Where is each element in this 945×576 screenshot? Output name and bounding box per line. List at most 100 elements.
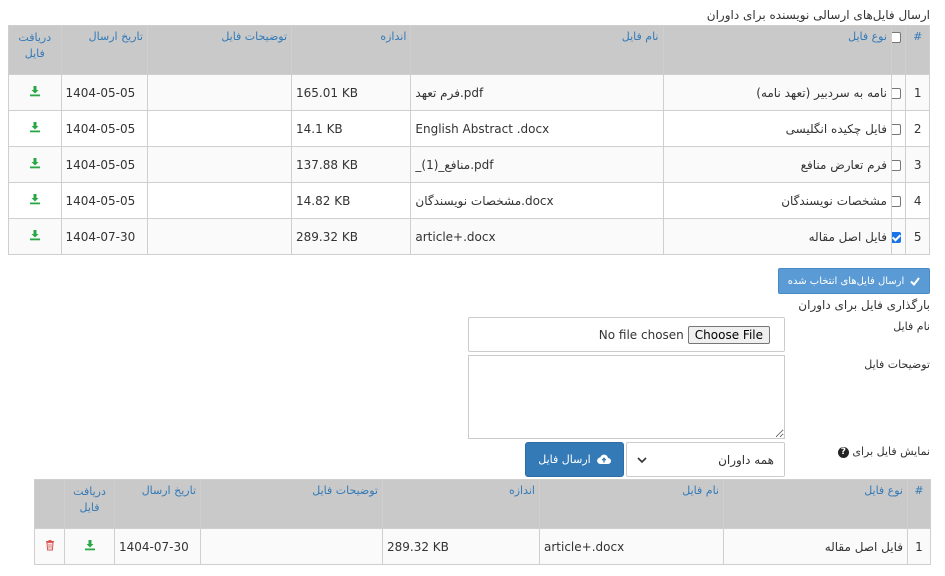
check-icon [910, 277, 921, 286]
send-selected-files-button[interactable]: ارسال فایل‌های انتخاب شده [778, 268, 930, 294]
column-header-type: نوع فایل [662, 25, 892, 75]
download-icon[interactable] [29, 229, 41, 241]
column-header-num: # [905, 25, 930, 75]
row-checkbox-cell[interactable] [890, 74, 907, 111]
file-description [146, 218, 293, 255]
select-all-checkbox[interactable] [892, 31, 902, 43]
download-icon[interactable] [29, 85, 41, 97]
file-size: 289.32 KB [291, 218, 412, 255]
send-selected-files-label: ارسال فایل‌های انتخاب شده [787, 275, 905, 287]
row-checkbox[interactable] [892, 87, 902, 99]
send-date-text: 1404-07-30 [119, 539, 189, 554]
file-description [146, 146, 293, 183]
download-icon[interactable] [84, 539, 96, 551]
row-checkbox-cell[interactable] [890, 218, 907, 255]
file-name-text: مشخصات نویسندگان.docx [415, 193, 554, 208]
send-date: 1404-05-05 [60, 182, 148, 219]
table-row: 5 فایل اصل مقاله article+.docx 289.32 KB 140… [8, 218, 930, 255]
file-type: فایل اصل مقاله [662, 218, 892, 255]
file-size-text: 165.01 KB [296, 85, 358, 100]
row-checkbox-cell[interactable] [890, 110, 907, 147]
column-header-num: # [907, 479, 931, 529]
file-size-text: 289.32 KB [296, 229, 358, 244]
no-file-text: No file chosen [598, 327, 684, 342]
send-date: 1404-07-30 [60, 218, 148, 255]
file-name-text: فرم تعهد.pdf [415, 85, 484, 100]
row-number: 1 [905, 74, 930, 111]
file-description [200, 528, 383, 565]
show-for-label: نمایش فایل برای [852, 445, 930, 458]
row-checkbox[interactable] [892, 195, 902, 207]
download-icon[interactable] [29, 193, 41, 205]
column-header-size: اندازه [291, 25, 412, 75]
file-size-text: 14.1 KB [296, 121, 343, 136]
download-cell[interactable] [8, 182, 62, 219]
sent-files-table: # نوع فایل نام فایل اندازه توضیحات فایل … [8, 25, 930, 255]
table-row: 4 مشخصات نویسندگان مشخصات نویسندگان.docx 14… [8, 182, 930, 219]
file-name-text: _منافع_(1).pdf [415, 157, 494, 172]
chevron-down-icon [637, 456, 647, 463]
row-checkbox[interactable] [892, 159, 902, 171]
send-file-label: ارسال فایل [538, 453, 591, 466]
table-row: 3 فرم تعارض منافع _منافع_(1).pdf 137.88 KB 1… [8, 146, 930, 183]
download-icon[interactable] [29, 157, 41, 169]
download-cell[interactable] [8, 218, 62, 255]
column-header-date: تاریخ ارسال [60, 25, 148, 75]
select-all-checkbox-cell[interactable] [890, 25, 907, 75]
download-cell[interactable] [8, 74, 62, 111]
file-size: 137.88 KB [291, 146, 412, 183]
file-type: نامه به سردبیر (تعهد نامه) [662, 74, 892, 111]
send-date: 1404-07-30 [114, 528, 201, 565]
file-chooser[interactable]: No file chosen Choose File [468, 317, 785, 352]
delete-cell[interactable] [34, 528, 65, 565]
download-icon[interactable] [29, 121, 41, 133]
column-header-download: دریافت فایل [64, 479, 115, 529]
description-textarea[interactable] [468, 355, 785, 439]
reviewer-visibility-select[interactable]: همه داوران [626, 442, 785, 477]
send-file-button[interactable]: ارسال فایل [525, 442, 624, 477]
column-header-name: نام فایل [410, 25, 664, 75]
column-header-description: توضیحات فایل [200, 479, 383, 529]
send-date-text: 1404-05-05 [65, 193, 136, 208]
send-date-text: 1404-05-05 [65, 85, 136, 100]
send-date: 1404-05-05 [60, 110, 148, 147]
row-checkbox[interactable] [892, 123, 902, 135]
send-date-text: 1404-07-30 [65, 229, 136, 244]
file-size: 14.1 KB [291, 110, 412, 147]
description-label: توضیحات فایل [864, 358, 930, 371]
row-checkbox-cell[interactable] [890, 182, 907, 219]
row-number: 5 [905, 218, 930, 255]
column-header-date: تاریخ ارسال [114, 479, 201, 529]
cloud-upload-icon [596, 454, 611, 465]
row-number: 2 [905, 110, 930, 147]
file-description [146, 110, 293, 147]
table-row: 1 نامه به سردبیر (تعهد نامه) فرم تعهد.pdf 1… [8, 74, 930, 111]
file-type: فایل چکیده انگلیسی [662, 110, 892, 147]
column-header-actions [34, 479, 65, 529]
file-size: 289.32 KB [382, 528, 540, 565]
row-checkbox[interactable] [892, 231, 902, 243]
file-size-text: 137.88 KB [296, 157, 358, 172]
file-name: article+.docx [539, 528, 724, 565]
file-name: English Abstract .docx [410, 110, 664, 147]
file-name-text: English Abstract .docx [415, 121, 550, 136]
send-date: 1404-05-05 [60, 146, 148, 183]
question-circle-icon[interactable]: ? [837, 446, 849, 458]
column-header-name: نام فایل [539, 479, 724, 529]
row-checkbox-cell[interactable] [890, 146, 907, 183]
table-row: 2 فایل چکیده انگلیسی English Abstract .doc… [8, 110, 930, 147]
file-description [146, 182, 293, 219]
download-cell[interactable] [64, 528, 115, 565]
file-type: فایل اصل مقاله [723, 528, 908, 565]
choose-file-button[interactable]: Choose File [687, 325, 770, 344]
file-name: article+.docx [410, 218, 664, 255]
table-row: 1 فایل اصل مقاله article+.docx 289.32 KB 140… [34, 528, 931, 565]
file-size: 14.82 KB [291, 182, 412, 219]
row-number: 3 [905, 146, 930, 183]
download-cell[interactable] [8, 146, 62, 183]
file-name: _منافع_(1).pdf [410, 146, 664, 183]
file-size-text: 14.82 KB [296, 193, 351, 208]
column-header-type: نوع فایل [723, 479, 908, 529]
download-cell[interactable] [8, 110, 62, 147]
trash-icon[interactable] [44, 539, 56, 551]
